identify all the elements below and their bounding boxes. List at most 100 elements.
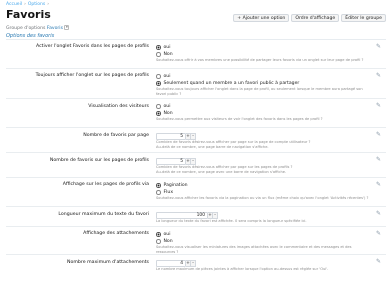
option-label: Affichage des attachements	[83, 231, 149, 236]
radio-label: Flux	[163, 189, 174, 195]
breadcrumb-home[interactable]: Accueil	[6, 2, 22, 7]
number-stepper: 4 + -	[156, 259, 371, 267]
radio-label: oui	[163, 44, 171, 50]
option-group-selector: Groupe d'options Favoris ▾	[6, 25, 386, 31]
pencil-icon[interactable]: ✎	[376, 132, 382, 138]
option-label: Nombre de favoris sur les pages de profi…	[49, 158, 149, 163]
option-label: Longueur maximum du texte du favori	[58, 212, 149, 217]
option-label: Visualisation des visiteurs	[88, 104, 149, 109]
option-explain: Souhaitez-vous offrir à vos membres une …	[156, 58, 364, 62]
header: Favoris + Ajouter une option Ordre d'aff…	[6, 8, 386, 22]
add-option-button[interactable]: + Ajouter une option	[233, 14, 290, 22]
pencil-icon[interactable]: ✎	[376, 44, 382, 50]
pencil-icon[interactable]: ✎	[376, 157, 382, 163]
option-explain: Souhaitez-vous visualiser les miniatures…	[156, 245, 352, 254]
option-explain: Souhaitez-vous permettre aux visiteurs d…	[156, 117, 323, 121]
option-row: Affichage sur les pages de profils via P…	[6, 178, 386, 207]
option-explain-extra: Au-delà de ce nombre, une page avec une …	[156, 169, 287, 174]
option-row: Nombre de favoris par page 5 + - Combien d…	[6, 128, 386, 153]
option-group-name[interactable]: Favoris	[47, 26, 63, 31]
radio-label: Pagination	[163, 182, 188, 188]
radio-button[interactable]	[156, 74, 161, 79]
option-control: oui Non Souhaitez-vous permettre aux vis…	[156, 103, 371, 122]
number-stepper: 5 + -	[156, 157, 371, 165]
minus-icon[interactable]: -	[191, 259, 196, 267]
pencil-icon[interactable]: ✎	[376, 182, 382, 188]
pencil-icon[interactable]: ✎	[376, 231, 382, 237]
radio-button[interactable]	[156, 81, 161, 86]
option-row: Affichage des attachements oui Non Souha…	[6, 227, 386, 255]
page-title: Favoris	[6, 8, 51, 21]
breadcrumb-separator: ›	[24, 2, 26, 7]
option-explain: Souhaitez-vous toujours afficher l'ongle…	[156, 87, 363, 96]
number-input[interactable]: 4	[156, 259, 186, 267]
radio-button[interactable]	[156, 104, 161, 109]
radio-label: Seulement quand un membre a un favori pu…	[163, 80, 300, 86]
option-control: 5 + - Combien de favoris désirez-vous affi…	[156, 157, 371, 174]
radio-button[interactable]	[156, 232, 161, 237]
breadcrumb-options[interactable]: Options	[28, 2, 45, 7]
display-order-button[interactable]: Ordre d'affichage	[291, 14, 340, 22]
option-control: Pagination Flux Souhaitez-vous afficher …	[156, 182, 371, 201]
radio-label: oui	[163, 231, 171, 237]
option-explain: La longueur du texte du favori est affic…	[156, 219, 307, 223]
option-control: oui Non Souhaitez-vous visualiser les mi…	[156, 231, 371, 254]
radio-button[interactable]	[156, 183, 161, 188]
pencil-icon[interactable]: ✎	[376, 211, 382, 217]
option-label: Nombre de favoris par page	[83, 133, 149, 138]
section-title: Options des favoris	[6, 33, 386, 40]
option-explain-extra: Au-delà de ce nombre, une page barre de …	[156, 144, 269, 149]
radio-button[interactable]	[156, 52, 161, 57]
radio-option[interactable]: oui	[156, 231, 371, 238]
option-control: oui Non Souhaitez-vous offrir à vos memb…	[156, 44, 371, 63]
option-label: Toujours afficher l'onglet sur les pages…	[35, 73, 149, 78]
radio-label: Non	[163, 51, 173, 57]
radio-label: oui	[163, 103, 171, 109]
number-stepper: 5 + -	[156, 132, 371, 140]
page: Accueil › Options › Favoris + Ajouter une o…	[0, 0, 392, 300]
number-input[interactable]: 100	[156, 211, 208, 219]
option-explain: Le nombre maximum de pièces jointes à af…	[156, 267, 329, 271]
radio-button[interactable]	[156, 239, 161, 244]
number-stepper: 100 + -	[156, 211, 371, 219]
option-row: Visualisation des visiteurs oui Non Souh…	[6, 99, 386, 128]
number-input[interactable]: 5	[156, 157, 186, 165]
option-label: Activer l'onglet Favoris dans les pages …	[35, 44, 149, 49]
option-row: Longueur maximum du texte du favori 100 +…	[6, 207, 386, 227]
radio-label: Non	[163, 110, 173, 116]
radio-option[interactable]: Pagination	[156, 182, 371, 189]
radio-option[interactable]: Seulement quand un membre a un favori pu…	[156, 80, 371, 87]
pencil-icon[interactable]: ✎	[376, 103, 382, 109]
radio-option[interactable]: oui	[156, 73, 371, 80]
option-control: 100 + - La longueur du texte du favori est…	[156, 211, 371, 224]
pencil-icon[interactable]: ✎	[376, 259, 382, 265]
radio-option[interactable]: Non	[156, 110, 371, 117]
option-group-label: Groupe d'options	[6, 26, 46, 31]
options-list: Activer l'onglet Favoris dans les pages …	[6, 40, 386, 275]
radio-label: oui	[163, 73, 171, 79]
toolbar: + Ajouter une option Ordre d'affichage É…	[233, 14, 386, 22]
breadcrumb-separator: ›	[47, 2, 50, 7]
number-input[interactable]: 5	[156, 132, 186, 140]
option-control: 4 + - Le nombre maximum de pièces jointes …	[156, 259, 371, 272]
option-control: 5 + - Combien de favoris désirez-vous affi…	[156, 132, 371, 149]
radio-option[interactable]: Non	[156, 51, 371, 58]
minus-icon[interactable]: -	[191, 157, 196, 165]
chevron-down-icon[interactable]: ▾	[64, 25, 70, 30]
radio-option[interactable]: Flux	[156, 189, 371, 196]
option-label: Affichage sur les pages de profils via	[62, 182, 149, 187]
edit-group-button[interactable]: Éditer le groupe	[341, 14, 386, 22]
pencil-icon[interactable]: ✎	[376, 73, 382, 79]
minus-icon[interactable]: -	[213, 211, 218, 219]
radio-button[interactable]	[156, 111, 161, 116]
radio-option[interactable]: oui	[156, 103, 371, 110]
radio-button[interactable]	[156, 190, 161, 195]
option-control: oui Seulement quand un membre a un favor…	[156, 73, 371, 96]
option-row: Nombre de favoris sur les pages de profi…	[6, 153, 386, 178]
radio-button[interactable]	[156, 45, 161, 50]
minus-icon[interactable]: -	[191, 132, 196, 140]
radio-option[interactable]: oui	[156, 44, 371, 51]
radio-option[interactable]: Non	[156, 238, 371, 245]
option-label: Nombre maximum d'attachements	[66, 260, 149, 265]
radio-label: Non	[163, 238, 173, 244]
